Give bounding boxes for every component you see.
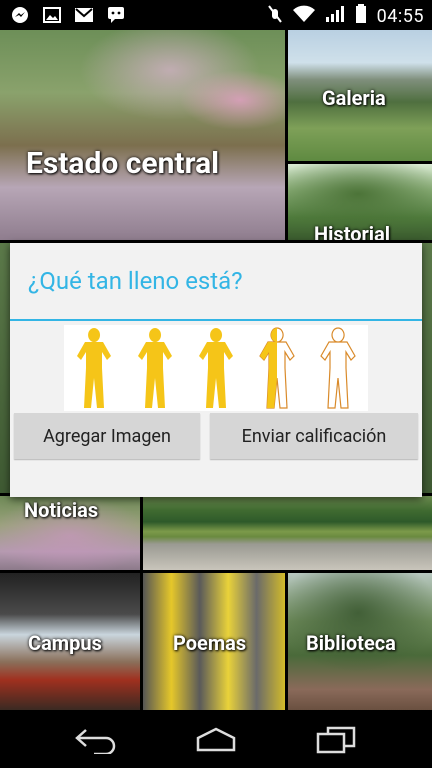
chat-icon bbox=[106, 6, 126, 24]
wifi-icon bbox=[292, 5, 315, 27]
person-rating-5[interactable] bbox=[318, 326, 358, 410]
tile-poemas[interactable]: Poemas bbox=[143, 573, 285, 710]
mute-icon bbox=[267, 4, 283, 28]
tile-galeria[interactable]: Galeria bbox=[288, 30, 432, 161]
tile-biblioteca-label: Biblioteca bbox=[306, 631, 396, 655]
tile-biblioteca[interactable]: Biblioteca bbox=[288, 573, 432, 710]
tile-campus[interactable]: Campus bbox=[0, 573, 140, 710]
tile-path-photo[interactable] bbox=[143, 496, 432, 570]
battery-icon bbox=[355, 4, 367, 28]
back-icon[interactable] bbox=[74, 726, 118, 754]
tile-galeria-label: Galeria bbox=[322, 86, 386, 110]
person-rating-4[interactable] bbox=[257, 326, 297, 410]
clock-time: 04:55 bbox=[376, 5, 424, 27]
home-icon[interactable] bbox=[194, 726, 238, 754]
tile-historial[interactable]: Historial bbox=[288, 164, 432, 240]
tile-estado-label: Estado central bbox=[26, 146, 220, 181]
tile-estado-central[interactable]: Estado central bbox=[0, 30, 285, 240]
tile-noticias-label: Noticias bbox=[24, 498, 99, 522]
dialog-title-divider bbox=[10, 319, 422, 321]
tile-campus-label: Campus bbox=[28, 631, 102, 655]
status-bar: 04:55 bbox=[0, 0, 432, 30]
navigation-bar bbox=[0, 710, 432, 768]
tile-historial-label: Historial bbox=[314, 222, 391, 240]
signal-icon bbox=[325, 5, 345, 27]
tile-noticias[interactable]: Noticias bbox=[0, 496, 140, 570]
person-rating-3[interactable] bbox=[196, 326, 236, 410]
gallery-icon bbox=[42, 6, 62, 24]
rating-dialog: ¿Qué tan lleno está? Agregar Imagen Envi… bbox=[10, 243, 422, 497]
gmail-icon bbox=[74, 6, 94, 24]
recent-apps-icon[interactable] bbox=[314, 726, 358, 754]
tile-poemas-label: Poemas bbox=[173, 631, 247, 655]
messenger-icon bbox=[10, 6, 30, 24]
person-rating-2[interactable] bbox=[135, 326, 175, 410]
send-rating-button[interactable]: Enviar calificación bbox=[210, 413, 418, 459]
crowd-rating-bar[interactable] bbox=[64, 325, 368, 411]
person-rating-1[interactable] bbox=[74, 326, 114, 410]
add-image-button[interactable]: Agregar Imagen bbox=[14, 413, 200, 459]
dialog-title: ¿Qué tan lleno está? bbox=[28, 267, 243, 295]
